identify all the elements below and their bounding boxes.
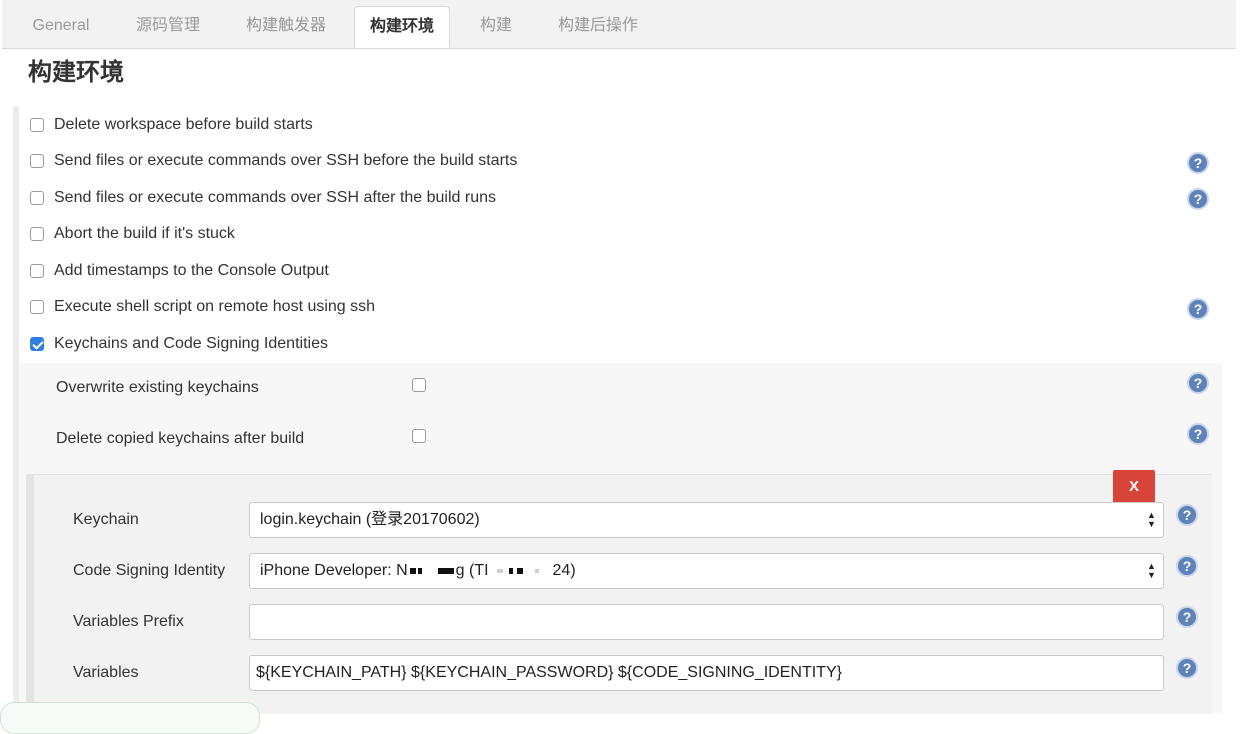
keychain-label: Keychain xyxy=(73,511,139,528)
select-arrows-icon: ▲ ▼ xyxy=(1147,510,1156,529)
option-label: Send files or execute commands over SSH … xyxy=(54,152,518,169)
help-icon[interactable]: ? xyxy=(1176,606,1198,628)
tab-source-management[interactable]: 源码管理 xyxy=(132,6,204,48)
option-label: Add timestamps to the Console Output xyxy=(54,262,329,279)
delete-button[interactable]: X xyxy=(1113,470,1155,504)
checkbox[interactable] xyxy=(30,191,44,205)
checkbox[interactable] xyxy=(30,118,44,132)
tab-general[interactable]: General xyxy=(29,6,93,48)
option-abort-if-stuck[interactable]: Abort the build if it's stuck xyxy=(30,221,235,247)
code-signing-suffix: 24) xyxy=(552,562,576,579)
delete-copied-keychains-checkbox[interactable] xyxy=(412,429,426,443)
variables-prefix-label: Variables Prefix xyxy=(73,613,184,630)
help-icon[interactable]: ? xyxy=(1176,555,1198,577)
delete-copied-keychains-label: Delete copied keychains after build xyxy=(56,430,305,447)
option-label: Execute shell script on remote host usin… xyxy=(54,298,376,315)
option-label: Delete workspace before build starts xyxy=(54,116,313,133)
option-remote-shell-ssh[interactable]: Execute shell script on remote host usin… xyxy=(30,294,375,320)
redaction xyxy=(409,567,416,574)
checkbox-checked[interactable] xyxy=(30,337,44,351)
redaction xyxy=(534,568,539,573)
tab-post-build-actions[interactable]: 构建后操作 xyxy=(552,6,644,48)
option-ssh-after-build[interactable]: Send files or execute commands over SSH … xyxy=(30,185,496,211)
code-signing-mid: g (TI xyxy=(455,562,489,579)
tab-bar: General 源码管理 构建触发器 构建环境 构建 构建后操作 xyxy=(2,0,1236,49)
option-label: Keychains and Code Signing Identities xyxy=(54,335,328,352)
help-icon[interactable]: ? xyxy=(1187,152,1209,174)
help-icon[interactable]: ? xyxy=(1187,298,1209,320)
redaction xyxy=(508,567,513,574)
code-signing-identity-select[interactable]: iPhone Developer: N g (TI 24) ▲ ▼ xyxy=(249,553,1164,589)
checkbox[interactable] xyxy=(30,227,44,241)
variables-label: Variables xyxy=(73,664,139,681)
option-delete-workspace[interactable]: Delete workspace before build starts xyxy=(30,112,313,138)
tab-build-triggers[interactable]: 构建触发器 xyxy=(240,6,332,48)
keychain-selected-value: login.keychain (登录20170602) xyxy=(260,511,480,528)
keychain-select[interactable]: login.keychain (登录20170602) ▲ ▼ xyxy=(249,502,1164,538)
checkbox[interactable] xyxy=(30,300,44,314)
page-title: 构建环境 xyxy=(28,59,124,86)
code-signing-identity-label: Code Signing Identity xyxy=(73,562,226,579)
bottom-floating-tab[interactable] xyxy=(0,702,260,734)
checkbox[interactable] xyxy=(30,264,44,278)
help-icon[interactable]: ? xyxy=(1176,504,1198,526)
help-icon[interactable]: ? xyxy=(1176,657,1198,679)
option-label: Abort the build if it's stuck xyxy=(54,225,235,242)
help-icon[interactable]: ? xyxy=(1187,188,1209,210)
tab-build[interactable]: 构建 xyxy=(476,6,516,48)
option-ssh-before-build[interactable]: Send files or execute commands over SSH … xyxy=(30,148,517,174)
variables-prefix-input[interactable] xyxy=(249,604,1164,640)
tab-build-environment[interactable]: 构建环境 xyxy=(354,6,450,48)
option-keychains-signing[interactable]: Keychains and Code Signing Identities xyxy=(30,331,328,357)
overwrite-keychains-label: Overwrite existing keychains xyxy=(56,379,259,396)
option-label: Send files or execute commands over SSH … xyxy=(54,189,496,206)
option-add-timestamps[interactable]: Add timestamps to the Console Output xyxy=(30,258,329,284)
redaction xyxy=(437,567,454,574)
redaction xyxy=(496,568,503,573)
code-signing-prefix: iPhone Developer: N xyxy=(260,562,408,579)
redaction xyxy=(417,567,422,574)
variables-input[interactable]: ${KEYCHAIN_PATH} ${KEYCHAIN_PASSWORD} ${… xyxy=(249,655,1164,691)
redaction xyxy=(516,567,523,574)
overwrite-keychains-checkbox[interactable] xyxy=(412,378,426,392)
help-icon[interactable]: ? xyxy=(1187,372,1209,394)
checkbox[interactable] xyxy=(30,154,44,168)
select-arrows-icon: ▲ ▼ xyxy=(1147,561,1156,580)
block-indent-rule xyxy=(26,474,34,713)
help-icon[interactable]: ? xyxy=(1187,423,1209,445)
